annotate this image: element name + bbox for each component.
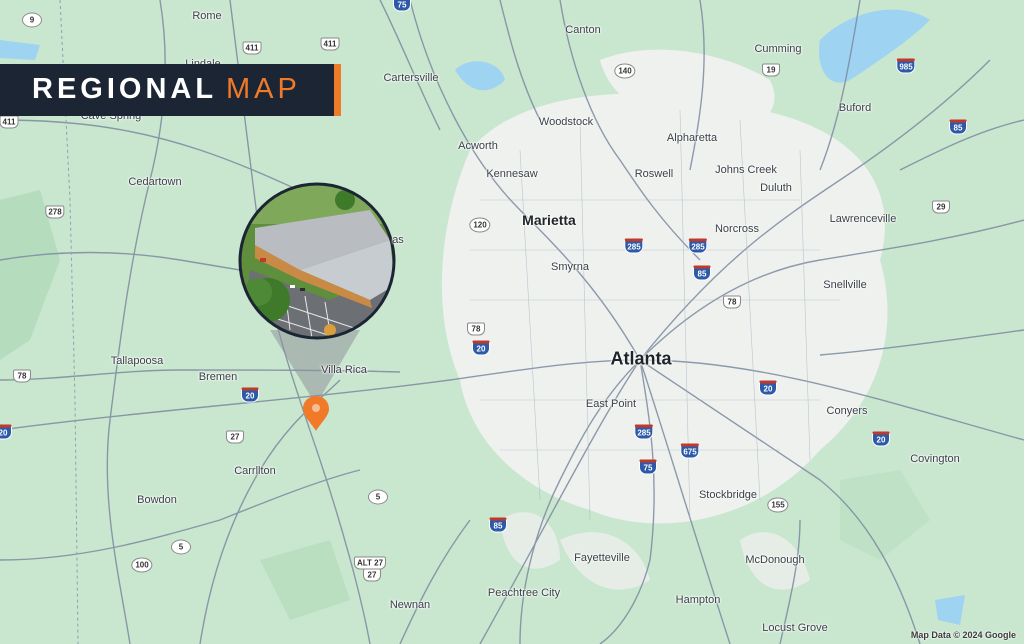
route-shield-interstate: 75 (393, 0, 411, 12)
route-shield-us: 411 (0, 115, 19, 129)
city-label-marietta: Marietta (522, 212, 576, 228)
city-label-stockbridge: Stockbridge (698, 489, 758, 501)
city-label-bremen: Bremen (198, 371, 238, 383)
city-label-snellville: Snellville (823, 279, 867, 291)
route-shield-interstate: 20 (472, 340, 490, 356)
city-label-woodstock: Woodstock (538, 116, 594, 128)
route-shield-interstate: 85 (693, 265, 711, 281)
regional-map[interactable]: RomeLindaleCave SpringCedartownTallapoos… (0, 0, 1024, 644)
route-shield-interstate: 20 (241, 387, 259, 403)
city-label-hampton: Hampton (675, 594, 721, 606)
route-shield-us: 78 (13, 369, 31, 383)
city-label-bowdon: Bowdon (137, 494, 177, 506)
route-shield-interstate: 75 (639, 459, 657, 475)
route-shield-us: 411 (320, 37, 340, 51)
city-label-douglasville-partial: as (392, 234, 404, 246)
city-label-buford: Buford (838, 102, 872, 114)
city-label-covington: Covington (910, 453, 960, 465)
city-label-cartersville: Cartersville (383, 72, 439, 84)
route-shield-interstate: 85 (949, 119, 967, 135)
city-label-carrollton: Carrllton (234, 465, 276, 477)
route-shield-us: 19 (762, 63, 780, 77)
route-shield-us: 27 (226, 430, 244, 444)
city-label-peachtree-city: Peachtree City (487, 587, 561, 599)
city-label-villa-rica: Villa Rica (321, 364, 367, 376)
city-label-acworth: Acworth (458, 140, 498, 152)
title-bold: REGIONAL (32, 73, 218, 105)
city-label-canton: Canton (565, 24, 601, 36)
city-label-cedartown: Cedartown (128, 176, 182, 188)
city-label-cumming: Cumming (754, 43, 802, 55)
route-shield-interstate: 285 (624, 238, 644, 254)
title-light: MAP (226, 73, 301, 105)
city-label-conyers: Conyers (826, 405, 868, 417)
route-shield-us: 29 (932, 200, 950, 214)
city-label-locust-grove: Locust Grove (762, 622, 828, 634)
route-shield-interstate: 985 (896, 58, 916, 74)
city-label-mcdonough: McDonough (745, 554, 805, 566)
route-shield-us: 411 (242, 41, 262, 55)
city-label-roswell: Roswell (634, 168, 674, 180)
route-shield-interstate: 20 (872, 431, 890, 447)
city-label-newnan: Newnan (389, 599, 431, 611)
city-label-kennesaw: Kennesaw (486, 168, 538, 180)
route-shield-interstate: 285 (634, 424, 654, 440)
city-label-norcross: Norcross (714, 223, 760, 235)
route-shield-interstate: 285 (688, 238, 708, 254)
route-shield-us: 27 (363, 568, 381, 582)
route-shield-us: 278 (45, 205, 65, 219)
city-label-tallapoosa: Tallapoosa (110, 355, 164, 367)
route-shield-interstate: 85 (489, 517, 507, 533)
route-shield-state: 5 (171, 539, 191, 555)
route-shield-interstate: 20 (759, 380, 777, 396)
city-label-johns-creek: Johns Creek (715, 164, 777, 176)
route-shield-us: 78 (723, 295, 741, 309)
title-banner: REGIONAL MAP (0, 64, 341, 116)
route-shield-us: 78 (467, 322, 485, 336)
city-label-atlanta: Atlanta (610, 348, 672, 369)
city-label-east-point: East Point (585, 398, 637, 410)
city-label-rome: Rome (192, 10, 222, 22)
city-label-fayetteville: Fayetteville (574, 552, 630, 564)
city-label-duluth: Duluth (760, 182, 792, 194)
map-attribution: Map Data © 2024 Google (910, 630, 1016, 640)
city-label-lawrenceville: Lawrenceville (829, 213, 897, 225)
city-label-alpharetta: Alpharetta (666, 132, 718, 144)
route-shield-state: 5 (368, 489, 388, 505)
city-label-smyrna: Smyrna (551, 261, 589, 273)
route-shield-interstate: 675 (680, 443, 700, 459)
route-shield-state: 9 (22, 12, 42, 28)
